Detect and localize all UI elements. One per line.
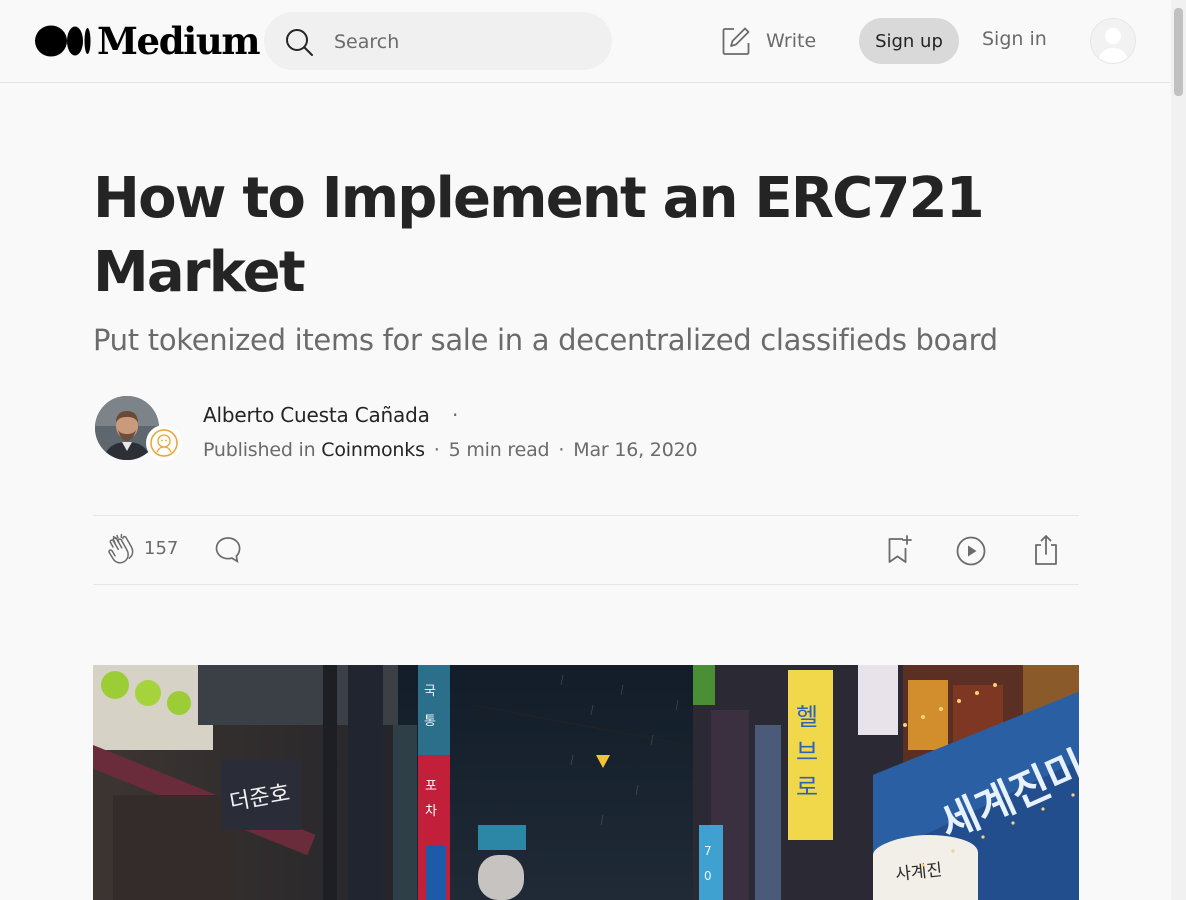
author-name[interactable]: Alberto Cuesta Cañada (203, 403, 430, 427)
svg-text:0: 0 (704, 869, 712, 883)
write-button[interactable]: Write (720, 24, 816, 58)
sign-in-link[interactable]: Sign in (982, 28, 1047, 50)
published-in-label: Published in (203, 439, 316, 461)
medium-logo-text: Medium (97, 19, 260, 63)
write-label: Write (766, 30, 817, 52)
medium-logo-mark-icon (35, 25, 91, 57)
author-separator: · (452, 403, 459, 427)
article-subtitle: Put tokenized items for sale in a decent… (93, 323, 998, 357)
search-box[interactable] (264, 12, 612, 70)
search-icon[interactable] (284, 27, 314, 57)
svg-text:7: 7 (704, 844, 712, 858)
sign-up-button[interactable]: Sign up (859, 18, 959, 64)
publication-badge[interactable] (146, 425, 182, 461)
svg-text:브: 브 (796, 738, 818, 766)
svg-text:로: 로 (796, 773, 818, 801)
medium-logo[interactable]: Medium (35, 19, 260, 63)
publication-link[interactable]: Coinmonks (321, 439, 425, 461)
svg-text:차: 차 (425, 804, 437, 819)
article-title: How to Implement an ERC721 Market (93, 166, 985, 305)
svg-text:통: 통 (424, 714, 436, 729)
search-input[interactable] (332, 26, 596, 58)
play-icon[interactable] (955, 535, 987, 567)
neon-street-night-photo: 더준호 국 통 포 차 7 0 헬 브 로 세계진미 사계진 (93, 665, 1079, 900)
hero-image: 더준호 국 통 포 차 7 0 헬 브 로 세계진미 사계진 (93, 665, 1079, 900)
comment-icon[interactable] (214, 535, 242, 565)
article-meta: Published in Coinmonks · 5 min read · Mar 16… (203, 439, 698, 461)
share-icon[interactable] (1032, 533, 1060, 567)
publish-date: Mar 16, 2020 (573, 439, 698, 461)
write-icon (722, 27, 750, 55)
coinmonks-logo-icon (150, 429, 178, 457)
svg-text:국: 국 (424, 684, 436, 699)
svg-text:헬: 헬 (796, 703, 818, 731)
meta-separator: · (558, 439, 565, 461)
clap-count: 157 (144, 538, 179, 559)
scrollbar-thumb[interactable] (1174, 8, 1183, 96)
top-navigation-bar: Medium Write Sign up Sign in (0, 0, 1171, 83)
clap-icon[interactable] (106, 533, 136, 565)
read-time: 5 min read (448, 439, 550, 461)
scrollbar-track[interactable] (1171, 0, 1186, 900)
meta-separator: · (433, 439, 440, 461)
svg-text:포: 포 (425, 779, 437, 794)
user-avatar[interactable] (1090, 18, 1136, 64)
article-action-bar: 157 (93, 515, 1079, 585)
bookmark-add-icon[interactable] (885, 534, 913, 566)
user-silhouette-icon (1091, 19, 1135, 63)
